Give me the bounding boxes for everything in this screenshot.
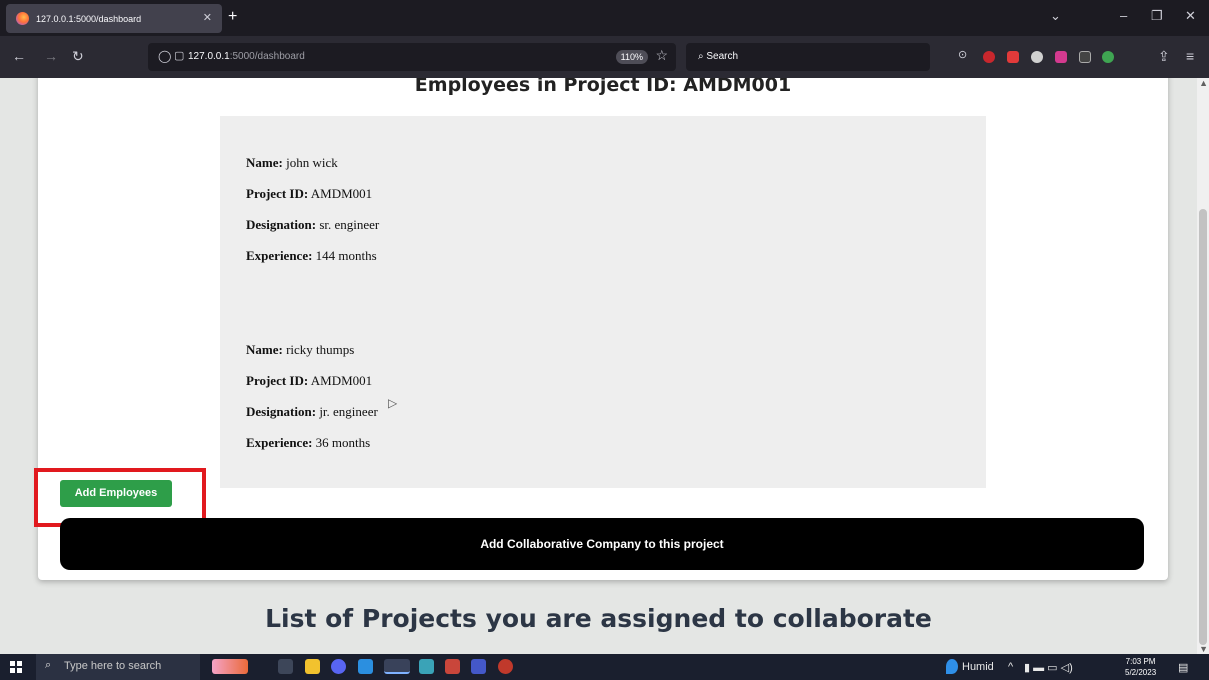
extension-icon[interactable]: [1079, 51, 1091, 63]
discord-icon[interactable]: [331, 659, 346, 674]
add-collaborative-company-button[interactable]: Add Collaborative Company to this projec…: [60, 518, 1144, 570]
file-explorer-icon[interactable]: [305, 659, 320, 674]
share-icon[interactable]: ⇪: [1158, 48, 1170, 65]
task-view-icon[interactable]: [278, 659, 293, 674]
close-tab-icon[interactable]: ✕: [203, 11, 212, 24]
weather-icon[interactable]: [946, 659, 958, 674]
app-icon[interactable]: [471, 659, 486, 674]
page-title: Employees in Project ID: AMDM001: [414, 78, 792, 96]
extension-icon[interactable]: [1102, 51, 1114, 63]
taskbar-search-input[interactable]: ⌕ Type here to search: [36, 654, 200, 680]
reload-icon[interactable]: ↻: [72, 48, 84, 65]
tray-icons[interactable]: ▮ ▬ ▭ ◁): [1024, 661, 1073, 674]
chevron-down-icon[interactable]: ⌄: [1050, 8, 1061, 24]
firefox-icon[interactable]: [384, 659, 410, 674]
forward-icon[interactable]: →: [44, 48, 58, 64]
menu-icon[interactable]: ≡: [1186, 48, 1194, 64]
url-bar[interactable]: ◯ ▢ 127.0.0.1:5000/dashboard 110% ☆: [148, 43, 676, 71]
flowers-icon[interactable]: [212, 659, 248, 674]
new-tab-icon[interactable]: +: [228, 8, 237, 26]
windows-taskbar: ⌕ Type here to search Humid ^ ▮ ▬ ▭ ◁) 7…: [0, 654, 1209, 680]
scroll-down-icon[interactable]: ▼: [1199, 644, 1208, 654]
project-card: Employees in Project ID: AMDM001 Name: j…: [34, 78, 1168, 580]
tab-bar: 127.0.0.1:5000/dashboard ✕ + ⌄ – ❐ ✕: [0, 0, 1209, 36]
page-icon: ▢: [174, 50, 185, 62]
scrollbar[interactable]: ▲ ▼: [1197, 78, 1209, 654]
employee-list: Name: john wick Project ID: AMDM001 Desi…: [220, 116, 986, 488]
close-window-icon[interactable]: ✕: [1185, 8, 1196, 24]
extension-icon[interactable]: [983, 51, 995, 63]
zoom-badge[interactable]: 110%: [615, 50, 648, 64]
notification-icon[interactable]: ▤: [1178, 661, 1188, 674]
restore-icon[interactable]: ❐: [1151, 8, 1163, 24]
scroll-thumb[interactable]: [1199, 209, 1207, 645]
browser-tab[interactable]: 127.0.0.1:5000/dashboard ✕: [6, 4, 222, 33]
shield-icon[interactable]: ◯: [158, 49, 171, 63]
vscode-icon[interactable]: [358, 659, 373, 674]
back-icon[interactable]: ←: [12, 48, 26, 64]
nav-bar: ← → ↻ ◯ ▢ 127.0.0.1:5000/dashboard 110% …: [0, 36, 1209, 78]
firefox-icon: [16, 12, 29, 25]
search-icon: ⌕: [45, 659, 52, 671]
search-input[interactable]: ⌕ Search: [686, 43, 930, 71]
url-text[interactable]: 127.0.0.1:5000/dashboard: [188, 51, 305, 62]
minimize-icon[interactable]: –: [1120, 8, 1127, 23]
clock[interactable]: 7:03 PM 5/2/2023: [1125, 656, 1156, 678]
list-item: Name: john wick Project ID: AMDM001 Desi…: [246, 155, 380, 263]
chevron-up-icon[interactable]: ^: [1008, 661, 1013, 673]
weather-text[interactable]: Humid: [962, 661, 994, 673]
list-item: Name: ricky thumps Project ID: AMDM001 D…: [246, 342, 378, 450]
pocket-icon[interactable]: ⊙: [958, 48, 970, 61]
app-icon[interactable]: [419, 659, 434, 674]
bookmark-star-icon[interactable]: ☆: [655, 47, 668, 64]
extension-icon[interactable]: [1007, 51, 1019, 63]
page-viewport: Employees in Project ID: AMDM001 Name: j…: [0, 78, 1209, 654]
extension-icon[interactable]: [1055, 51, 1067, 63]
scroll-up-icon[interactable]: ▲: [1199, 78, 1208, 88]
extension-icon[interactable]: [1031, 51, 1043, 63]
app-icon[interactable]: [498, 659, 513, 674]
app-icon[interactable]: [445, 659, 460, 674]
section-title: List of Projects you are assigned to col…: [265, 604, 932, 633]
add-employees-button[interactable]: Add Employees: [60, 480, 172, 507]
windows-start-icon[interactable]: [10, 661, 22, 673]
tab-title: 127.0.0.1:5000/dashboard: [36, 13, 142, 24]
mouse-cursor-icon: ▷: [388, 396, 398, 410]
